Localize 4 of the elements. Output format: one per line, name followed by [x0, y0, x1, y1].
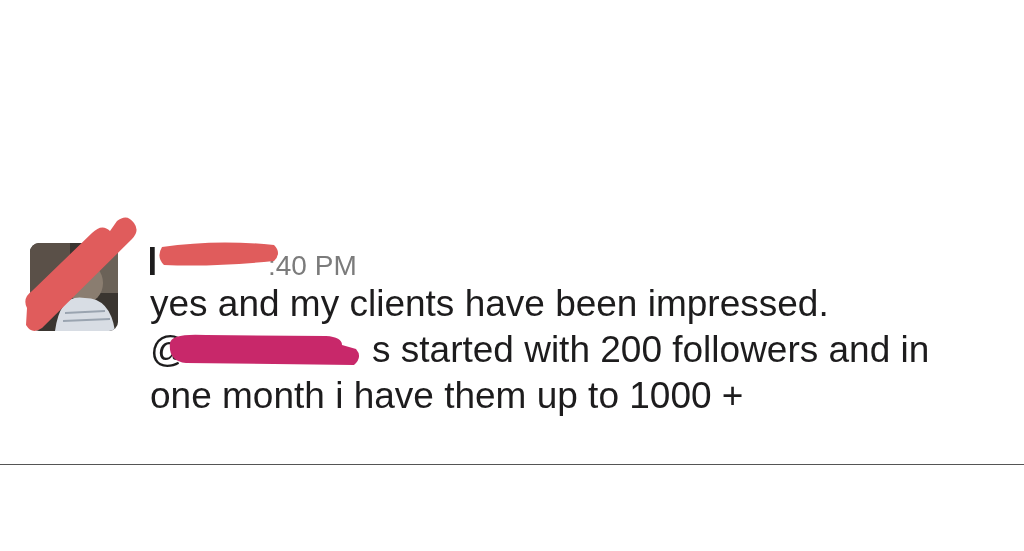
message-text: yes and my clients have been impressed.: [150, 282, 829, 326]
message-text: one month i have them up to 1000 +: [150, 374, 744, 418]
message-text: s started with 200 followers and in: [372, 328, 930, 372]
timestamp: :40 PM: [268, 250, 357, 282]
